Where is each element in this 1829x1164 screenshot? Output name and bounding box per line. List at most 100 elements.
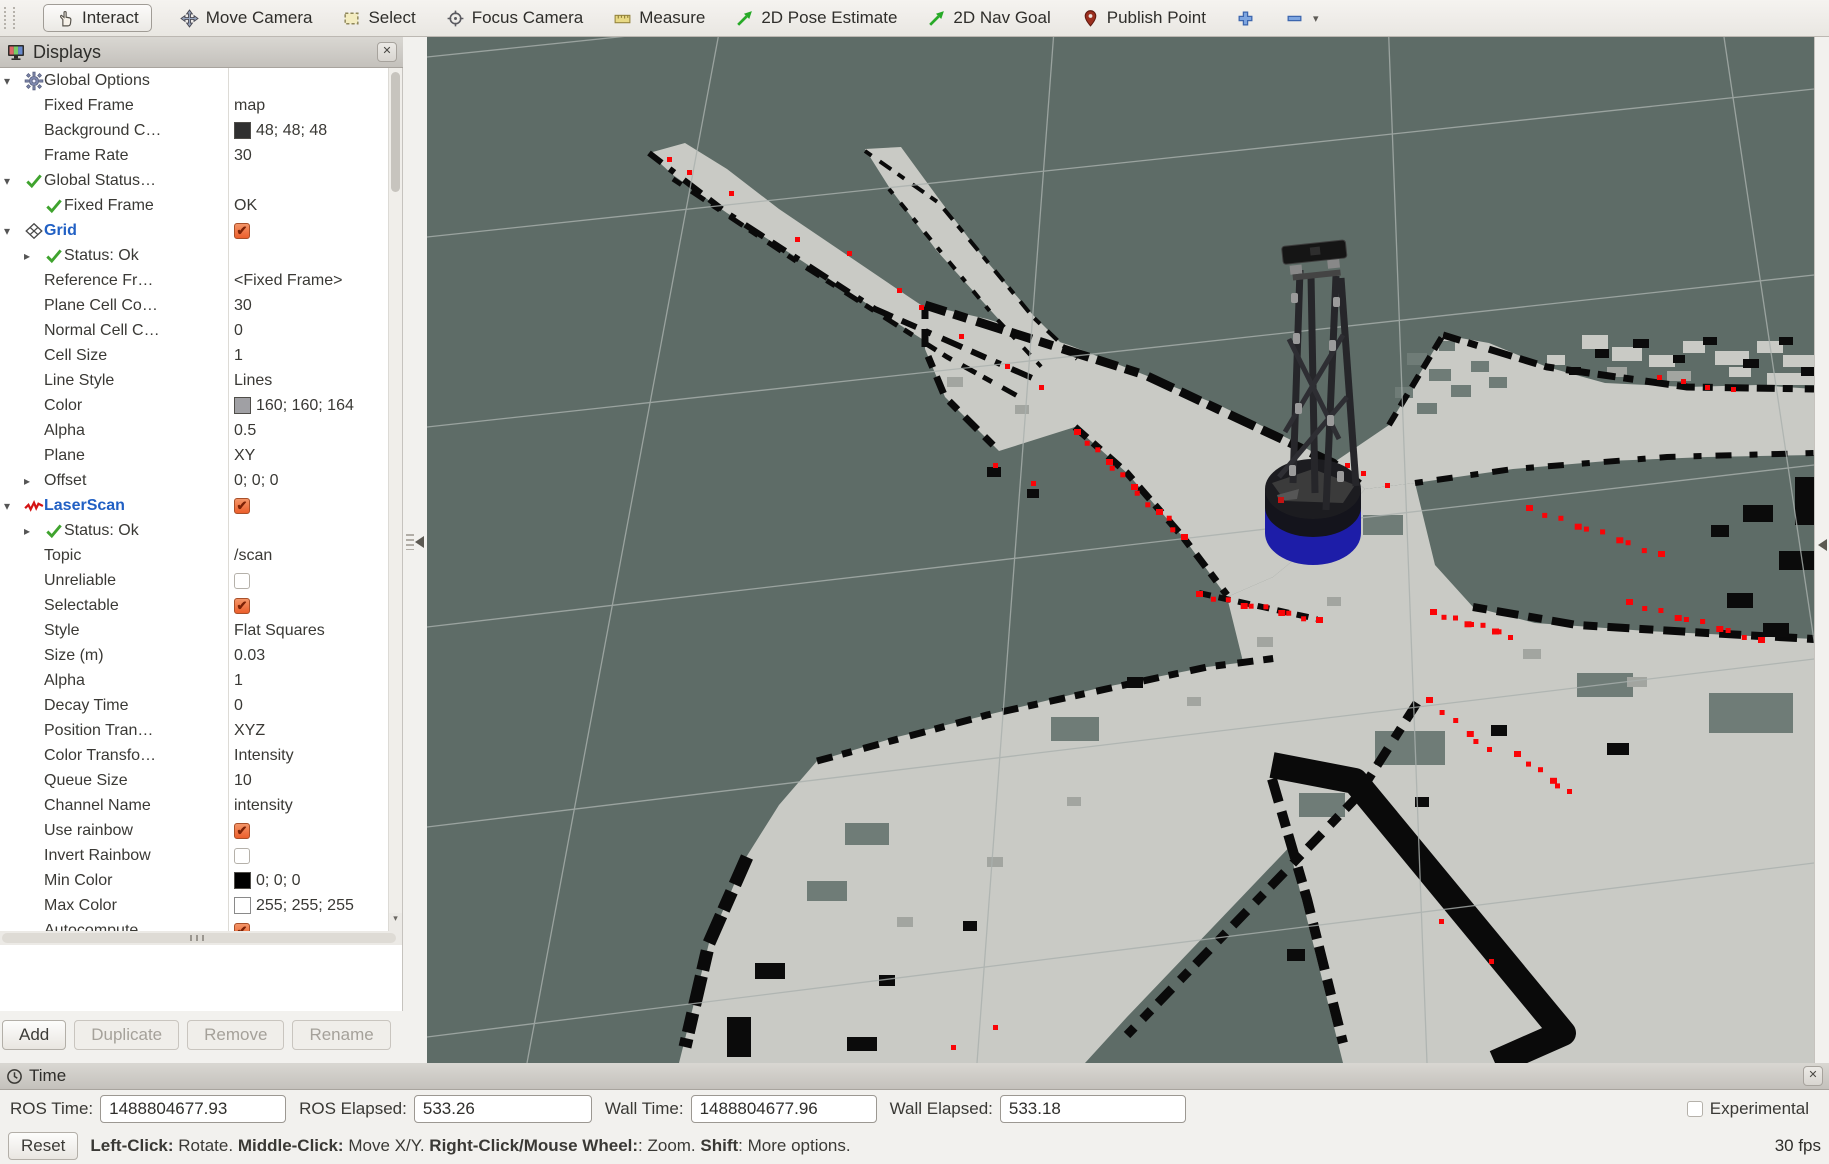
property-value[interactable]: OK (234, 193, 257, 218)
scrollbar-thumb[interactable] (391, 72, 400, 192)
property-value[interactable]: Flat Squares (234, 618, 325, 643)
property-value[interactable]: ✔ (234, 818, 250, 843)
checkbox[interactable]: ✔ (234, 498, 250, 514)
wall-time-input[interactable] (691, 1095, 877, 1123)
tree-row-plane[interactable]: PlaneXY (0, 443, 402, 468)
property-value[interactable] (234, 568, 250, 593)
tree-row-fixed-frame[interactable]: Fixed FrameOK (0, 193, 402, 218)
scrollbar-grip[interactable] (190, 935, 208, 941)
property-value[interactable]: map (234, 93, 265, 118)
expander-open-icon[interactable]: ▾ (4, 174, 24, 188)
tree-row-style[interactable]: StyleFlat Squares (0, 618, 402, 643)
color-swatch[interactable] (234, 122, 251, 139)
property-value[interactable]: 0; 0; 0 (234, 868, 300, 893)
checkbox[interactable] (234, 848, 250, 864)
tool-interact[interactable]: Interact (43, 4, 152, 32)
checkbox[interactable] (234, 573, 250, 589)
color-swatch[interactable] (234, 872, 251, 889)
collapse-right-arrow-icon[interactable] (1818, 539, 1827, 551)
tool-select[interactable]: Select (340, 5, 417, 31)
tree-row-decay-time[interactable]: Decay Time0 (0, 693, 402, 718)
property-value[interactable]: 10 (234, 768, 252, 793)
ros-elapsed-input[interactable] (414, 1095, 592, 1123)
tree-row-alpha[interactable]: Alpha1 (0, 668, 402, 693)
remove-button[interactable]: Remove (187, 1020, 284, 1050)
reset-button[interactable]: Reset (8, 1132, 78, 1160)
property-value[interactable]: 0; 0; 0 (234, 468, 278, 493)
wall-elapsed-input[interactable] (1000, 1095, 1186, 1123)
expander-closed-icon[interactable]: ▸ (24, 524, 44, 538)
splitter-grip[interactable] (406, 534, 414, 550)
tree-row-topic[interactable]: Topic/scan (0, 543, 402, 568)
property-value[interactable]: 1 (234, 668, 243, 693)
property-value[interactable]: XY (234, 443, 255, 468)
tree-row-max-color[interactable]: Max Color255; 255; 255 (0, 893, 402, 918)
tree-row-global-options[interactable]: ▾Global Options (0, 68, 402, 93)
tree-row-alpha[interactable]: Alpha0.5 (0, 418, 402, 443)
tree-row-selectable[interactable]: Selectable✔ (0, 593, 402, 618)
chevron-down-icon[interactable]: ▾ (1313, 12, 1319, 25)
expander-closed-icon[interactable]: ▸ (24, 249, 44, 263)
tool-publish-point[interactable]: Publish Point (1079, 5, 1208, 31)
tree-row-status-ok[interactable]: ▸Status: Ok (0, 518, 402, 543)
property-value[interactable]: Lines (234, 368, 272, 393)
property-value[interactable]: XYZ (234, 718, 265, 743)
tree-row-offset[interactable]: ▸Offset0; 0; 0 (0, 468, 402, 493)
experimental-checkbox[interactable] (1687, 1101, 1703, 1117)
property-value[interactable]: ✔ (234, 218, 250, 243)
property-value[interactable]: <Fixed Frame> (234, 268, 342, 293)
tree-row-global-status[interactable]: ▾Global Status… (0, 168, 402, 193)
property-value[interactable]: 160; 160; 164 (234, 393, 354, 418)
property-value[interactable]: 30 (234, 143, 252, 168)
add-button[interactable]: Add (2, 1020, 66, 1050)
ros-time-input[interactable] (100, 1095, 286, 1123)
tree-row-use-rainbow[interactable]: Use rainbow✔ (0, 818, 402, 843)
tree-row-grid[interactable]: ▾Grid✔ (0, 218, 402, 243)
displays-close-icon[interactable]: ✕ (377, 42, 397, 62)
tree-row-queue-size[interactable]: Queue Size10 (0, 768, 402, 793)
property-value[interactable]: 0 (234, 318, 243, 343)
property-value[interactable]: 1 (234, 343, 243, 368)
rename-button[interactable]: Rename (292, 1020, 390, 1050)
color-swatch[interactable] (234, 397, 251, 414)
color-swatch[interactable] (234, 897, 251, 914)
property-value[interactable]: ✔ (234, 593, 250, 618)
tree-row-channel-name[interactable]: Channel Nameintensity (0, 793, 402, 818)
property-value[interactable]: 48; 48; 48 (234, 118, 327, 143)
property-value[interactable]: 0.5 (234, 418, 256, 443)
tree-row-fixed-frame[interactable]: Fixed Framemap (0, 93, 402, 118)
tree-row-normal-cell-c[interactable]: Normal Cell C…0 (0, 318, 402, 343)
tree-row-color-transfo[interactable]: Color Transfo…Intensity (0, 743, 402, 768)
tree-row-frame-rate[interactable]: Frame Rate30 (0, 143, 402, 168)
expander-open-icon[interactable]: ▾ (4, 74, 24, 88)
collapse-left-arrow-icon[interactable] (415, 536, 424, 548)
property-value[interactable] (234, 843, 250, 868)
tool-measure[interactable]: Measure (611, 5, 707, 31)
right-panel-strip[interactable] (1814, 37, 1829, 1063)
tree-row-status-ok[interactable]: ▸Status: Ok (0, 243, 402, 268)
tool-focus-camera[interactable]: Focus Camera (444, 5, 585, 31)
expander-closed-icon[interactable]: ▸ (24, 474, 44, 488)
expander-open-icon[interactable]: ▾ (4, 224, 24, 238)
tree-row-position-tran[interactable]: Position Tran…XYZ (0, 718, 402, 743)
scrollbar-down-arrow-icon[interactable]: ▾ (389, 913, 402, 931)
tree-row-color[interactable]: Color160; 160; 164 (0, 393, 402, 418)
duplicate-button[interactable]: Duplicate (74, 1020, 179, 1050)
tool-move-camera[interactable]: Move Camera (178, 5, 315, 31)
tree-row-size-m[interactable]: Size (m)0.03 (0, 643, 402, 668)
property-value[interactable]: 0 (234, 693, 243, 718)
tree-row-line-style[interactable]: Line StyleLines (0, 368, 402, 393)
toolbar-drag-handle[interactable] (4, 7, 15, 29)
property-value[interactable]: 30 (234, 293, 252, 318)
displays-tree[interactable]: ▾Global OptionsFixed FramemapBackground … (0, 68, 403, 931)
checkbox[interactable]: ✔ (234, 223, 250, 239)
expander-open-icon[interactable]: ▾ (4, 499, 24, 513)
tree-row-cell-size[interactable]: Cell Size1 (0, 343, 402, 368)
tree-row-invert-rainbow[interactable]: Invert Rainbow (0, 843, 402, 868)
panel-splitter[interactable] (403, 37, 428, 1063)
tree-row-reference-fr[interactable]: Reference Fr…<Fixed Frame> (0, 268, 402, 293)
tree-vertical-scrollbar[interactable]: ▾ (388, 68, 402, 931)
checkbox[interactable]: ✔ (234, 923, 250, 932)
checkbox[interactable]: ✔ (234, 598, 250, 614)
property-value[interactable]: ✔ (234, 918, 250, 931)
